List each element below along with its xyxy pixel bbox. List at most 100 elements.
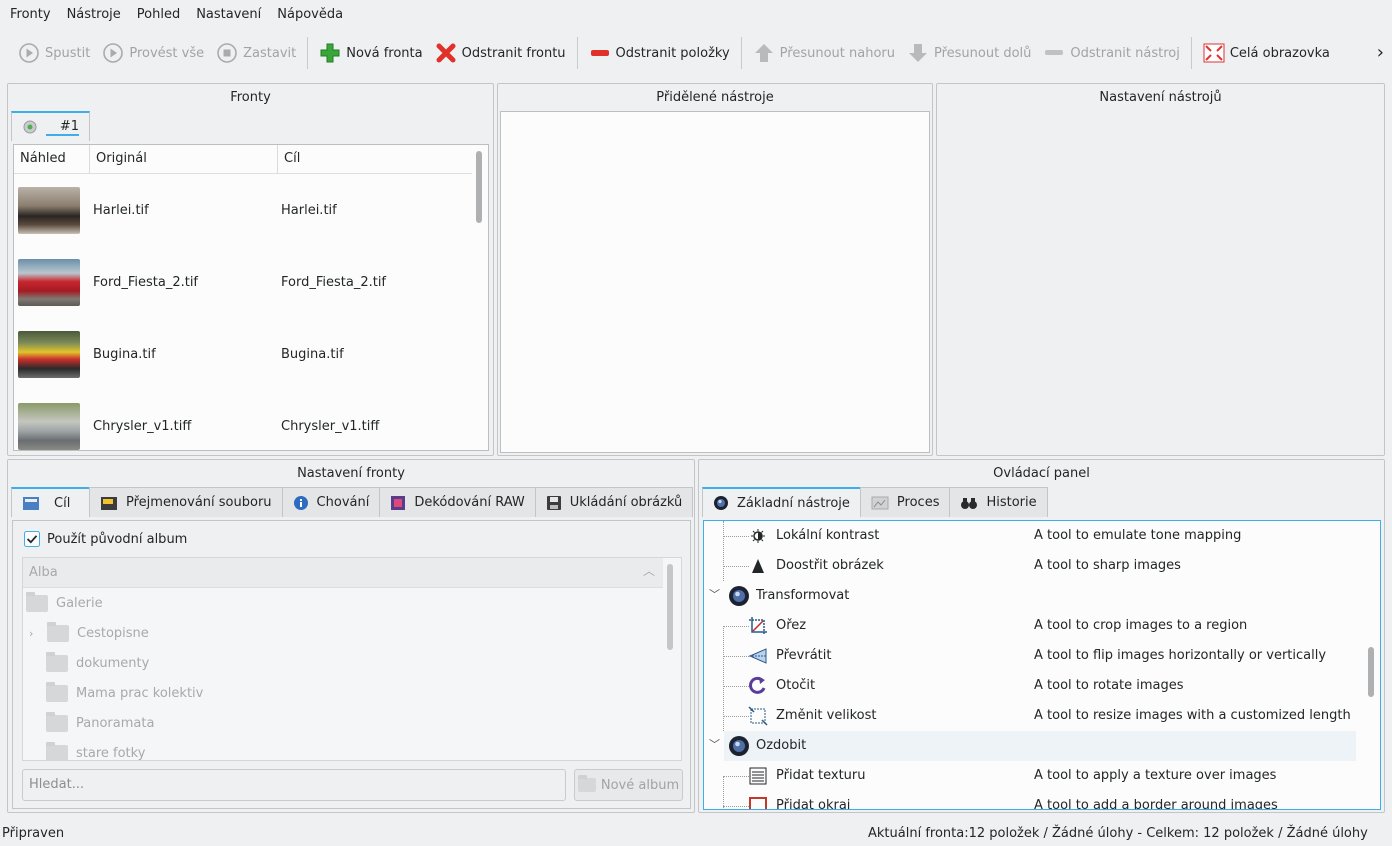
- target-tab-content: Použít původní album Alba ︿ Galerie › Ce…: [12, 520, 691, 809]
- run-all-button[interactable]: Provést vše: [96, 35, 210, 71]
- folder-icon: [47, 621, 69, 642]
- column-original[interactable]: Originál: [90, 145, 278, 173]
- chevron-down-icon[interactable]: ﹀: [709, 736, 720, 752]
- process-icon: [871, 496, 889, 509]
- album-root-item[interactable]: Galerie: [26, 588, 103, 618]
- tab-queue-1[interactable]: #1: [11, 111, 90, 141]
- save-icon: [546, 495, 561, 510]
- tree-branch: [723, 566, 749, 567]
- tab-process[interactable]: Proces: [859, 487, 951, 517]
- album-search-input[interactable]: Hledat...: [22, 769, 566, 801]
- delete-icon: [436, 43, 456, 63]
- binoculars-icon: [961, 497, 978, 509]
- tools-tree[interactable]: Lokální kontrast A tool to emulate tone …: [703, 520, 1381, 810]
- toolbar-overflow-arrow[interactable]: ›: [1377, 42, 1384, 63]
- scrollbar-handle[interactable]: [476, 151, 482, 223]
- tool-item[interactable]: Otočit A tool to rotate images: [704, 671, 1356, 701]
- remove-tool-button[interactable]: Odstranit nástroj: [1037, 35, 1185, 71]
- tab-rename[interactable]: Přejmenování souboru: [89, 487, 283, 517]
- album-folder-item[interactable]: Panoramata: [46, 708, 154, 738]
- control-panel-title: Ovládací panel: [993, 466, 1090, 481]
- column-target[interactable]: Cíl: [278, 145, 472, 173]
- tab-base-tools[interactable]: Základní nástroje: [702, 487, 861, 517]
- thumbnail-image: [18, 187, 80, 234]
- menu-pohled[interactable]: Pohled: [129, 0, 188, 30]
- play-icon: [19, 43, 39, 63]
- queue-list[interactable]: Náhled Originál Cíl Harlei.tif Harlei.ti…: [13, 144, 489, 451]
- tab-behavior[interactable]: Chování: [281, 487, 381, 517]
- tool-group-item[interactable]: ﹀ Transformovat: [704, 581, 1356, 611]
- remove-items-button[interactable]: Odstranit položky: [583, 35, 736, 71]
- queue-list-header: Náhled Originál Cíl: [14, 145, 472, 174]
- toolbar-separator: [576, 37, 578, 69]
- chevron-down-icon[interactable]: ﹀: [709, 586, 720, 602]
- album-tree[interactable]: Alba ︿ Galerie › Cestopisne dokumenty Ma…: [22, 557, 682, 761]
- checkbox-checked-icon: [24, 531, 40, 547]
- remove-queue-button[interactable]: Odstranit frontu: [429, 35, 572, 71]
- tools-tree-scrollbar[interactable]: [1364, 521, 1380, 809]
- queue-list-scrollbar[interactable]: [472, 145, 488, 450]
- queues-title: Fronty: [230, 90, 271, 105]
- use-original-album-checkbox[interactable]: Použít původní album: [24, 531, 187, 547]
- folder-icon: [26, 591, 48, 612]
- run-button[interactable]: Spustit: [12, 35, 96, 71]
- table-row[interactable]: Harlei.tif Harlei.tif: [14, 175, 466, 247]
- tool-item[interactable]: Lokální kontrast A tool to emulate tone …: [704, 521, 1356, 551]
- flip-icon: [748, 648, 767, 664]
- album-folder-item[interactable]: stare fotky: [46, 738, 145, 760]
- assigned-tools-list[interactable]: [500, 111, 930, 453]
- folder-icon: [46, 651, 68, 672]
- chevron-up-icon: ︿: [643, 564, 656, 578]
- tree-branch: [723, 716, 749, 717]
- tool-group-item[interactable]: ﹀ Ozdobit: [709, 731, 1356, 761]
- menu-nastroje[interactable]: Nástroje: [59, 0, 129, 30]
- album-tree-scrollbar[interactable]: [667, 564, 673, 650]
- move-down-button[interactable]: Přesunout dolů: [901, 35, 1037, 71]
- tool-item[interactable]: Doostřit obrázek A tool to sharp images: [704, 551, 1356, 581]
- column-preview[interactable]: Náhled: [14, 145, 90, 173]
- tab-raw-decoding[interactable]: Dekódování RAW: [379, 487, 536, 517]
- table-row[interactable]: Bugina.tif Bugina.tif: [14, 319, 466, 391]
- queue-settings-panel: Nastavení fronty Cíl Přejmenování soubor…: [7, 459, 695, 813]
- folder-icon: [46, 741, 68, 760]
- rotate-icon: [749, 676, 766, 694]
- tool-item[interactable]: Přidat okraj A tool to add a border arou…: [704, 791, 1356, 809]
- tool-item[interactable]: Přidat texturu A tool to apply a texture…: [704, 761, 1356, 791]
- chevron-right-icon[interactable]: ›: [29, 627, 39, 640]
- menu-napoveda[interactable]: Nápověda: [269, 0, 351, 30]
- search-placeholder: Hledat...: [29, 777, 85, 792]
- scrollbar-handle[interactable]: [1368, 647, 1374, 697]
- minus-icon: [590, 50, 609, 56]
- table-row[interactable]: Chrysler_v1.tiff Chrysler_v1.tiff: [14, 391, 466, 450]
- status-ready: Připraven: [2, 826, 65, 841]
- new-folder-icon: [577, 775, 596, 792]
- queue-settings-title: Nastavení fronty: [297, 466, 405, 481]
- thumbnail-image: [18, 331, 80, 378]
- menu-nastaveni[interactable]: Nastavení: [188, 0, 269, 30]
- tab-target[interactable]: Cíl: [11, 487, 90, 517]
- toolbar-separator: [307, 37, 309, 69]
- new-queue-button[interactable]: Nová fronta: [313, 35, 428, 71]
- folder-icon: [46, 711, 68, 732]
- tool-item[interactable]: Změnit velikost A tool to resize images …: [704, 701, 1356, 731]
- tool-settings-panel: Nastavení nástrojů: [936, 83, 1385, 456]
- album-folder-item[interactable]: dokumenty: [46, 648, 149, 678]
- table-row[interactable]: Ford_Fiesta_2.tif Ford_Fiesta_2.tif: [14, 247, 466, 319]
- tree-branch: [723, 686, 749, 687]
- album-tree-header: Alba ︿: [23, 558, 663, 588]
- new-album-button[interactable]: Nové album: [574, 769, 683, 801]
- tool-item[interactable]: Převrátit A tool to flip images horizont…: [704, 641, 1356, 671]
- menu-fronty[interactable]: Fronty: [2, 0, 59, 30]
- tab-saving[interactable]: Ukládání obrázků: [534, 487, 694, 517]
- tab-history[interactable]: Historie: [949, 487, 1048, 517]
- album-folder-item[interactable]: Mama prac kolektiv: [46, 678, 203, 708]
- album-folder-item[interactable]: › Cestopisne: [29, 618, 149, 648]
- stop-button[interactable]: Zastavit: [210, 35, 302, 71]
- fullscreen-button[interactable]: Celá obrazovka: [1197, 35, 1336, 71]
- sharpen-icon: [752, 559, 764, 573]
- arrow-down-icon: [908, 44, 927, 62]
- folder-icon: [46, 681, 68, 702]
- albums-header-label: Alba: [29, 565, 58, 580]
- tool-item[interactable]: Ořez A tool to crop images to a region: [704, 611, 1356, 641]
- move-up-button[interactable]: Přesunout nahoru: [747, 35, 901, 71]
